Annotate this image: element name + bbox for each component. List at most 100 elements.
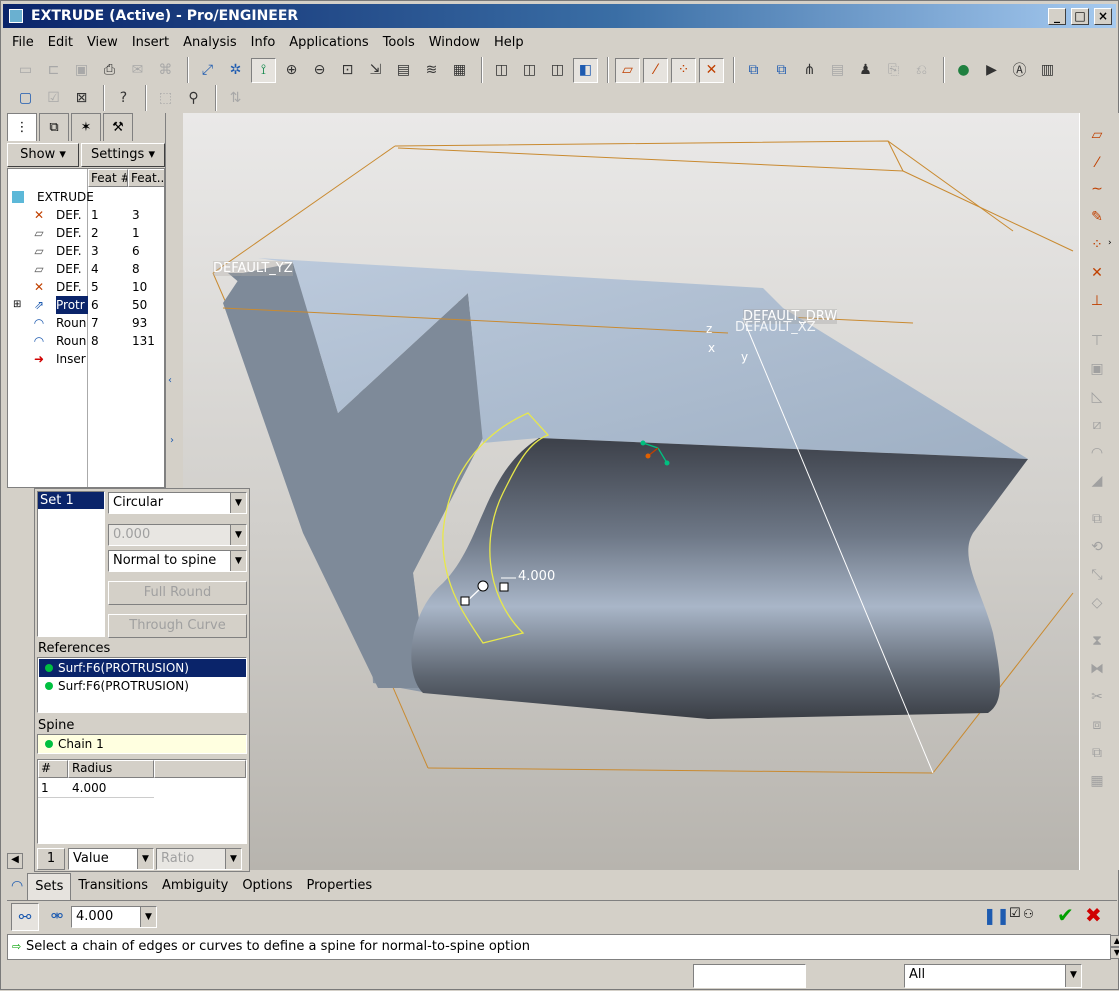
message-scroll-down-icon[interactable]: ▼ bbox=[1110, 947, 1119, 959]
no-hidden-icon[interactable]: ◫ bbox=[545, 58, 570, 83]
menu-analysis[interactable]: Analysis bbox=[176, 32, 244, 54]
set-item[interactable]: Set 1 bbox=[38, 492, 104, 509]
window-icon[interactable]: ▢ bbox=[13, 86, 38, 111]
chamfer-tool-icon[interactable]: ◢ bbox=[1084, 469, 1110, 493]
cross-section-select[interactable]: Normal to spine ▼ bbox=[108, 550, 247, 572]
saved-views-icon[interactable]: ▤ bbox=[391, 58, 416, 83]
maximize-button[interactable]: □ bbox=[1071, 8, 1089, 25]
tree-row[interactable]: ▱ DEF. 4 8 bbox=[8, 260, 164, 278]
menu-window[interactable]: Window bbox=[422, 32, 487, 54]
pause-icon[interactable]: ❚❚ bbox=[983, 906, 1010, 925]
tree-row[interactable]: ◠ Roun 8 131 bbox=[8, 332, 164, 350]
selection-filter-select[interactable]: All ▼ bbox=[904, 964, 1082, 988]
tree-row[interactable]: ◠ Roun 7 93 bbox=[8, 314, 164, 332]
wireframe-icon[interactable]: ◫ bbox=[489, 58, 514, 83]
offset-tool-icon[interactable]: ⧉ bbox=[1084, 741, 1110, 765]
tree-row[interactable]: ▱ DEF. 3 6 bbox=[8, 242, 164, 260]
analysis-icon[interactable]: ⎌ bbox=[909, 58, 934, 83]
table-row[interactable]: 1 4.000 bbox=[38, 779, 154, 798]
expand-arrow-icon[interactable]: › bbox=[170, 435, 174, 446]
menu-view[interactable]: View bbox=[80, 32, 125, 54]
spin-center-icon[interactable]: ✲ bbox=[223, 58, 248, 83]
graphics-window[interactable]: DEFAULT_YZ DEFAULT_DRW DEFAULT_XZ z x y … bbox=[183, 113, 1079, 870]
reorient-icon[interactable]: ⇲ bbox=[363, 58, 388, 83]
tree-row[interactable]: ✕ DEF. 1 3 bbox=[8, 206, 164, 224]
through-curve-button[interactable]: Through Curve bbox=[108, 614, 247, 638]
col-feat-id[interactable]: Feat... bbox=[128, 169, 164, 187]
orient-mode-icon[interactable]: ⟟ bbox=[251, 57, 276, 83]
value-mode-select[interactable]: Value ▼ bbox=[68, 848, 154, 870]
send-link-icon[interactable]: ⌘ bbox=[153, 58, 178, 83]
folder-browser-tab-icon[interactable]: ⧉ bbox=[39, 113, 69, 141]
show-dropdown[interactable]: Show ▾ bbox=[7, 143, 79, 167]
search-binoculars-icon[interactable]: ⚲ bbox=[181, 86, 206, 111]
close-button[interactable]: × bbox=[1094, 8, 1112, 25]
select-box-icon[interactable]: ⬚ bbox=[153, 86, 178, 111]
csys-tool-icon[interactable]: ✕ bbox=[1084, 261, 1110, 285]
shading-icon[interactable]: ◧ bbox=[573, 57, 598, 83]
minimize-button[interactable]: _ bbox=[1048, 8, 1066, 25]
close-window-icon[interactable]: ⊠ bbox=[69, 86, 94, 111]
extrude-tool-icon[interactable]: ⧉ bbox=[1084, 507, 1110, 531]
spine-item[interactable]: Chain 1 bbox=[39, 735, 246, 753]
tab-properties[interactable]: Properties bbox=[299, 873, 379, 899]
rib-tool-icon[interactable]: ◺ bbox=[1084, 385, 1110, 409]
collapse-arrow-icon[interactable]: ‹ bbox=[168, 375, 172, 386]
repaint-icon[interactable]: ⤢ bbox=[195, 58, 220, 83]
sketch-tool-icon[interactable]: ✎ bbox=[1084, 205, 1110, 229]
col-feat-num[interactable]: Feat # bbox=[88, 169, 128, 187]
menu-tools[interactable]: Tools bbox=[376, 32, 422, 54]
hole-tool-icon[interactable]: ⊤ bbox=[1084, 329, 1110, 353]
datum-plane-tool-icon[interactable]: ▱ bbox=[1084, 123, 1110, 147]
tree-row[interactable]: ⊞ ⇗ Protr 6 50 bbox=[8, 296, 164, 314]
expand-icon[interactable]: ⊞ bbox=[13, 296, 21, 314]
full-round-button[interactable]: Full Round bbox=[108, 581, 247, 605]
annotation-icon[interactable]: Ⓐ bbox=[1007, 58, 1032, 83]
send-mail-icon[interactable]: ✉ bbox=[125, 58, 150, 83]
menu-file[interactable]: File bbox=[5, 32, 41, 54]
radius-dimension-label[interactable]: 4.000 bbox=[518, 569, 555, 584]
grid-tool-icon[interactable]: ▦ bbox=[1084, 769, 1110, 793]
table-icon[interactable]: ▥ bbox=[1035, 58, 1060, 83]
datum-label-yz[interactable]: DEFAULT_YZ bbox=[213, 261, 293, 276]
tab-transitions[interactable]: Transitions bbox=[71, 873, 155, 899]
navigator-splitter[interactable]: ‹ › bbox=[165, 113, 181, 493]
radius-row-value[interactable]: 4.000 bbox=[72, 779, 106, 798]
open-file-icon[interactable]: ⊏ bbox=[41, 58, 66, 83]
more-arrow-icon[interactable]: › bbox=[1108, 238, 1112, 248]
reference-item[interactable]: Surf:F6(PROTRUSION) bbox=[39, 659, 246, 677]
references-list[interactable]: Surf:F6(PROTRUSION) Surf:F6(PROTRUSION) bbox=[37, 657, 247, 713]
accept-check-icon[interactable]: ✔ bbox=[1057, 903, 1074, 927]
datum-planes-display-icon[interactable]: ▱ bbox=[615, 57, 640, 83]
model-tree-icon[interactable]: ⧉ bbox=[741, 58, 766, 83]
print-icon[interactable]: ⎙ bbox=[97, 58, 122, 83]
activate-window-icon[interactable]: ☑ bbox=[41, 86, 66, 111]
menu-edit[interactable]: Edit bbox=[41, 32, 80, 54]
video-icon[interactable]: ▶ bbox=[979, 58, 1004, 83]
save-icon[interactable]: ▣ bbox=[69, 58, 94, 83]
set-mode-icon[interactable]: ⚯ bbox=[11, 903, 39, 931]
merge-tool-icon[interactable]: ⧓ bbox=[1084, 657, 1110, 681]
round-shape-select[interactable]: Circular ▼ bbox=[108, 492, 247, 514]
radius-value-combo[interactable]: 4.000 ▼ bbox=[71, 906, 157, 928]
round-tool-icon[interactable]: ◠ bbox=[1084, 441, 1110, 465]
datum-point-tool-icon[interactable]: ⁘ bbox=[1084, 233, 1110, 257]
csys-display-icon[interactable]: ✕ bbox=[699, 57, 724, 83]
datum-points-display-icon[interactable]: ⁘ bbox=[671, 57, 696, 83]
hidden-line-icon[interactable]: ◫ bbox=[517, 58, 542, 83]
layer-tree-icon[interactable]: ⧉ bbox=[769, 58, 794, 83]
context-help-icon[interactable]: ? bbox=[111, 86, 136, 111]
pattern-tool-icon[interactable]: ⧈ bbox=[1084, 713, 1110, 737]
cancel-x-icon[interactable]: ✖ bbox=[1085, 903, 1102, 927]
draft-tool-icon[interactable]: ⧄ bbox=[1084, 413, 1110, 437]
tree-row[interactable]: ➜ Inser bbox=[8, 350, 164, 368]
new-file-icon[interactable]: ▭ bbox=[13, 58, 38, 83]
web-browser-icon[interactable]: ● bbox=[951, 58, 976, 83]
datum-axes-display-icon[interactable]: ⁄ bbox=[643, 57, 668, 83]
revolve-tool-icon[interactable]: ⟲ bbox=[1084, 535, 1110, 559]
view-manager-icon[interactable]: ▦ bbox=[447, 58, 472, 83]
mirror-tool-icon[interactable]: ⧗ bbox=[1084, 629, 1110, 653]
tree-row[interactable]: ▱ DEF. 2 1 bbox=[8, 224, 164, 242]
settings-dropdown[interactable]: Settings ▾ bbox=[81, 143, 165, 167]
tab-options[interactable]: Options bbox=[235, 873, 299, 899]
